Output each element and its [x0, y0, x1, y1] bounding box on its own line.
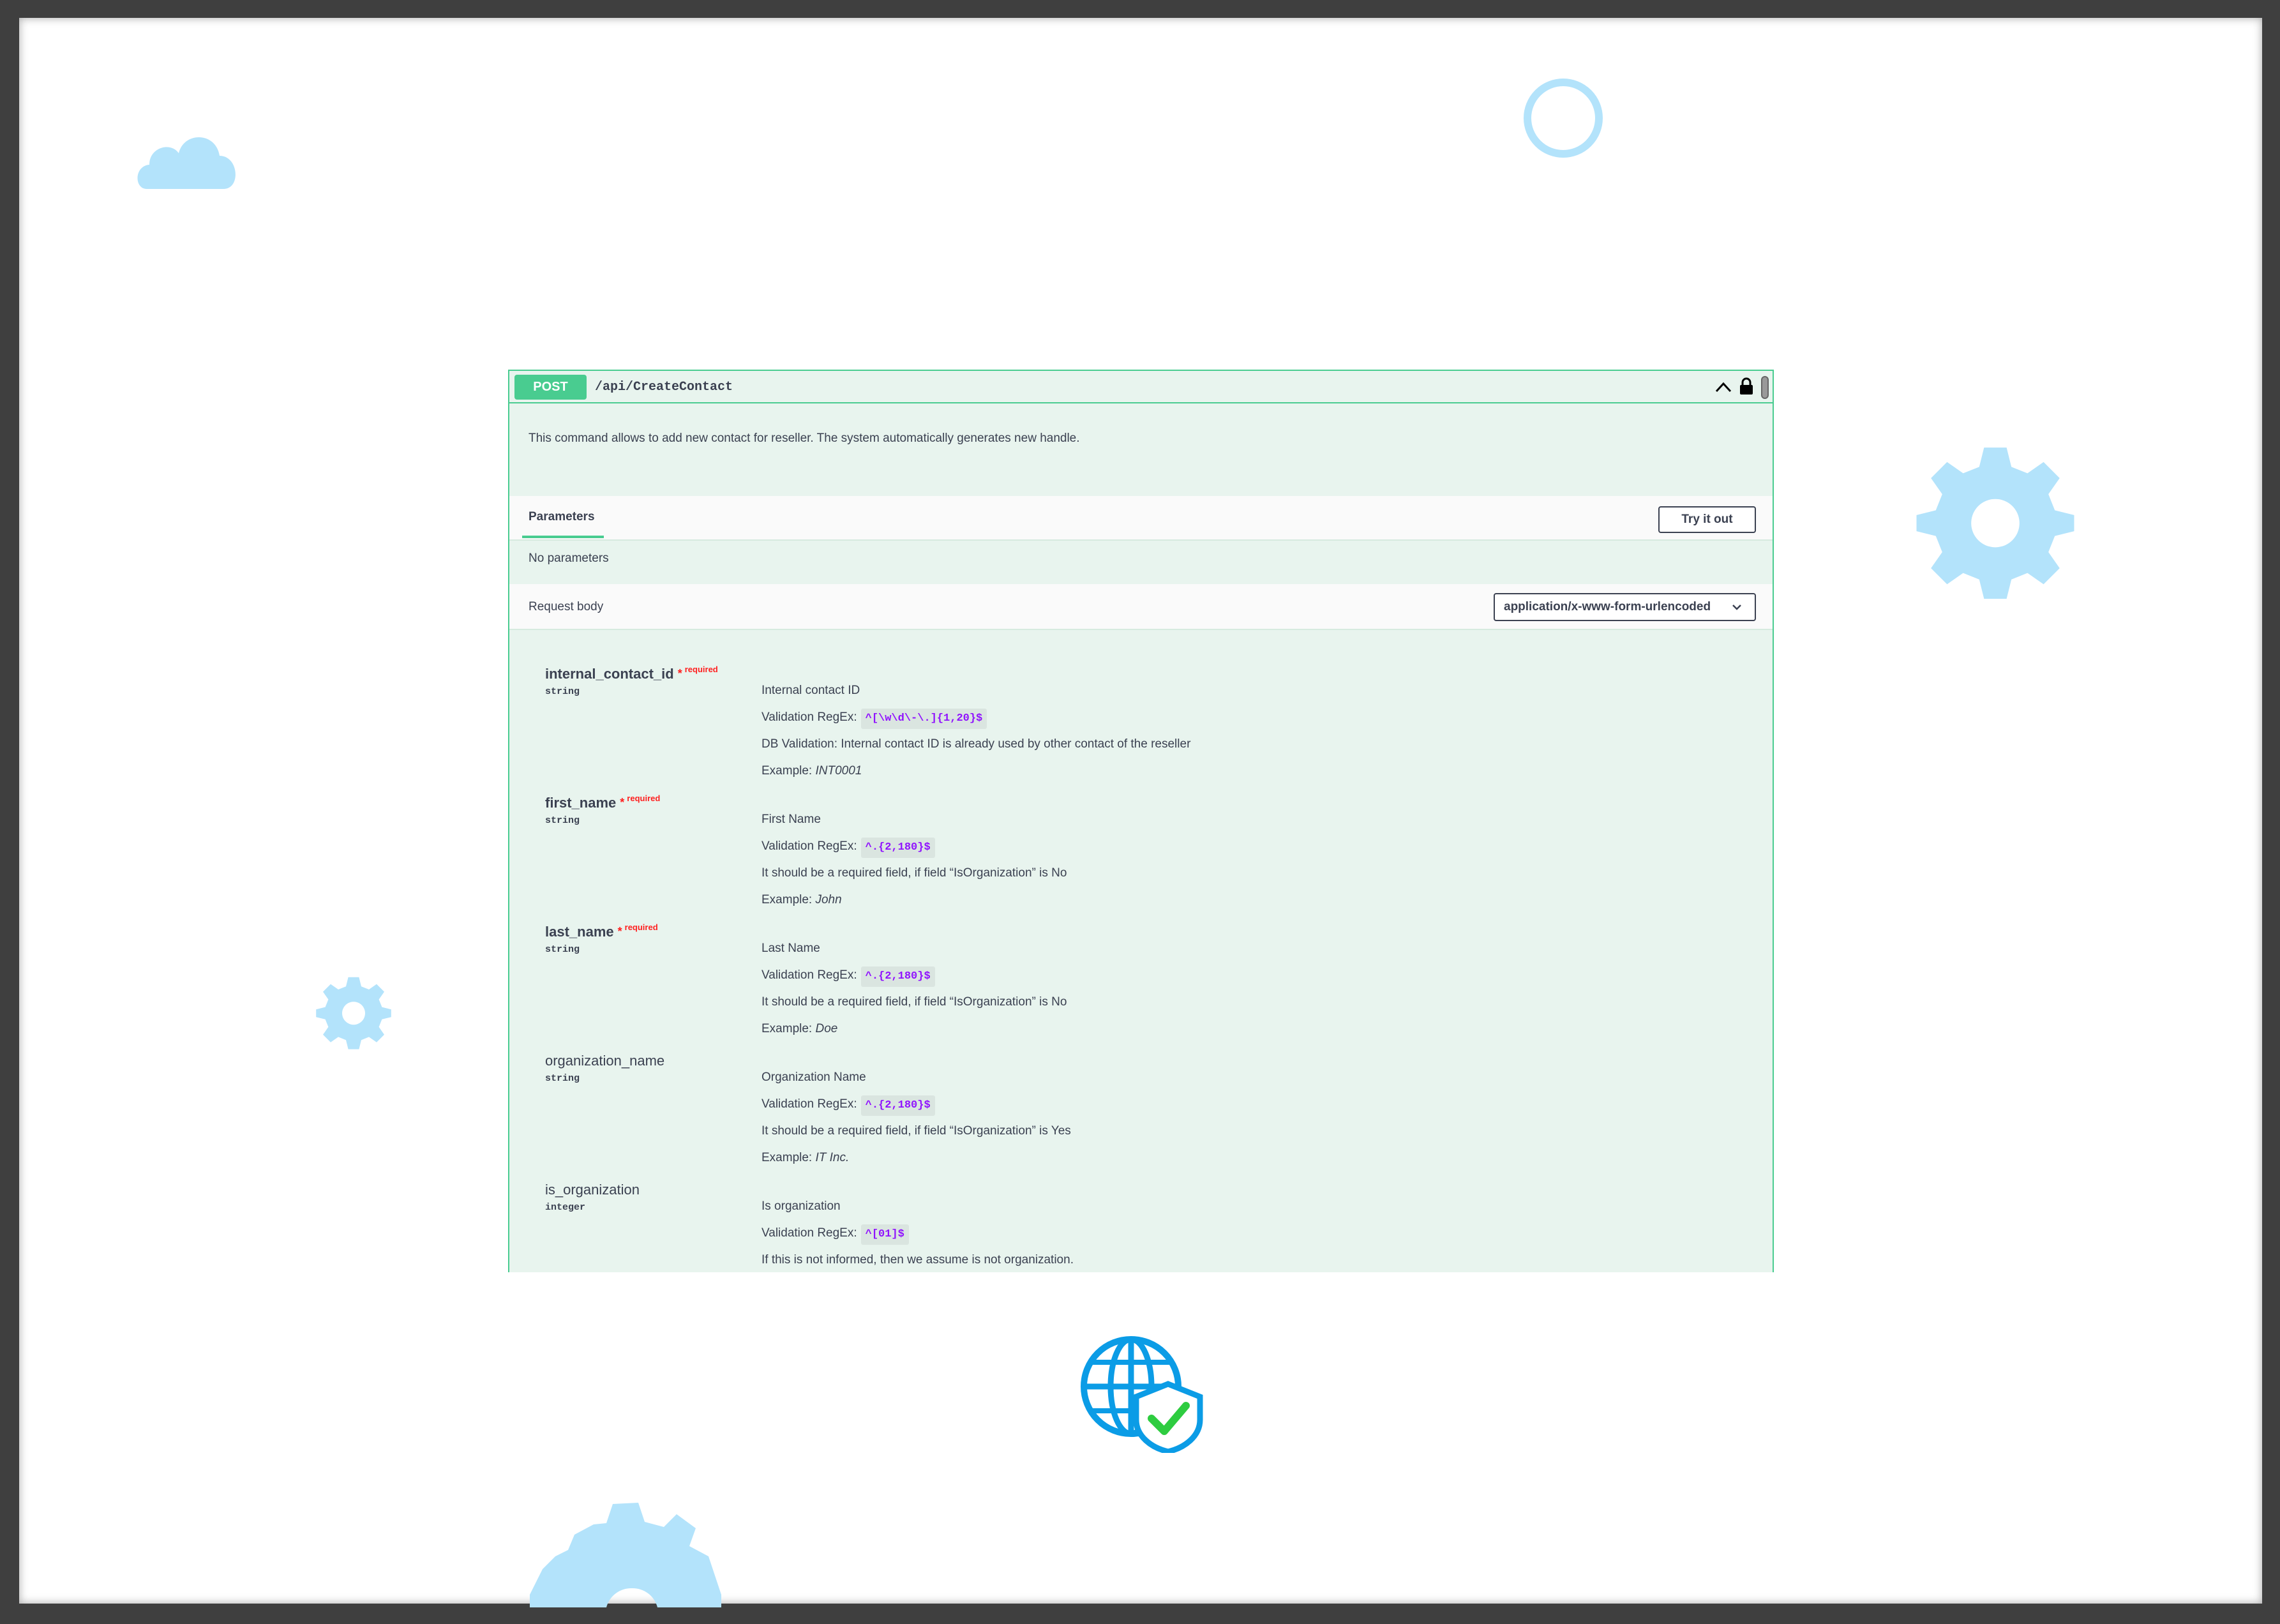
- param-type: string: [545, 1073, 580, 1084]
- param-type: integer: [545, 1202, 586, 1213]
- param-description: First Name Validation RegEx: ^.{2,180}$ I…: [761, 806, 1067, 914]
- param-type: string: [545, 815, 580, 826]
- request-body-label: Request body: [529, 600, 604, 613]
- operation-path: /api/CreateContact: [595, 380, 733, 395]
- param-description: Is organization Validation RegEx: ^[01]$ …: [761, 1193, 1074, 1272]
- param-regex-line: Validation RegEx: ^[01]$: [761, 1220, 1074, 1247]
- param-row: last_name * required string Last Name Vali…: [509, 922, 1773, 1051]
- param-regex: ^.{2,180}$: [860, 1095, 935, 1116]
- param-regex: ^.{2,180}$: [860, 838, 935, 858]
- param-type: string: [545, 686, 580, 697]
- content-type-value: application/x-www-form-urlencoded: [1504, 600, 1711, 613]
- param-type: string: [545, 944, 580, 955]
- method-badge: POST: [514, 375, 587, 400]
- scroll-handle[interactable]: [1761, 376, 1769, 399]
- screenshot-frame: POST /api/CreateContact This command all…: [0, 0, 2280, 1624]
- param-name: is_organization: [545, 1182, 640, 1198]
- no-parameters-text: No parameters: [529, 552, 609, 565]
- param-regex: ^[01]$: [860, 1224, 909, 1245]
- operation-header[interactable]: POST /api/CreateContact: [509, 371, 1773, 403]
- gear-icon: [1916, 447, 2074, 599]
- param-row: internal_contact_id * required string Inte…: [509, 665, 1773, 793]
- param-regex: ^.{2,180}$: [860, 966, 935, 987]
- parameters-header: Parameters Try it out: [509, 496, 1773, 541]
- param-description: Organization Name Validation RegEx: ^.{2,…: [761, 1064, 1071, 1171]
- param-summary: Is organization: [761, 1199, 841, 1213]
- content-type-select[interactable]: application/x-www-form-urlencoded: [1494, 593, 1756, 621]
- param-name: organization_name: [545, 1053, 665, 1069]
- param-row: first_name * required string First Name Va…: [509, 793, 1773, 922]
- globe-shield-icon: [1081, 1336, 1203, 1453]
- gear-icon: [316, 977, 391, 1049]
- param-name: first_name * required: [545, 793, 661, 811]
- param-summary: Organization Name: [761, 1071, 866, 1084]
- request-body-header: Request body application/x-www-form-urle…: [509, 584, 1773, 630]
- required-label: required: [684, 665, 718, 674]
- param-summary: Last Name: [761, 942, 820, 955]
- ring-icon: [1524, 79, 1603, 158]
- page-canvas: POST /api/CreateContact This command all…: [19, 18, 2262, 1607]
- param-note: If this is not informed, then we assume …: [761, 1253, 1074, 1267]
- param-regex: ^[\w\d\-\.]{1,20}$: [860, 709, 987, 729]
- tab-parameters[interactable]: Parameters: [522, 496, 604, 538]
- param-regex-line: Validation RegEx: ^.{2,180}$: [761, 962, 1067, 989]
- required-label: required: [624, 922, 658, 932]
- cloud-icon: [137, 137, 236, 189]
- param-regex-line: Validation RegEx: ^.{2,180}$: [761, 833, 1067, 860]
- param-row: organization_name string Organization Na…: [509, 1053, 1773, 1180]
- param-name: last_name * required: [545, 922, 658, 940]
- param-description: Last Name Validation RegEx: ^.{2,180}$ It…: [761, 935, 1067, 1042]
- required-star: *: [620, 796, 625, 809]
- param-row: is_organization integer Is organization …: [509, 1182, 1773, 1272]
- operation-summary: This command allows to add new contact f…: [529, 432, 1080, 445]
- param-note: It should be a required field, if field …: [761, 995, 1067, 1009]
- param-example: Example: INT0001: [761, 764, 862, 778]
- param-note: It should be a required field, if field …: [761, 1124, 1071, 1138]
- param-description: Internal contact ID Validation RegEx: ^[\…: [761, 677, 1190, 785]
- required-star: *: [617, 925, 622, 938]
- param-summary: First Name: [761, 813, 821, 826]
- required-label: required: [627, 793, 661, 803]
- chevron-down-icon: [1732, 605, 1741, 610]
- param-example: Example: Doe: [761, 1022, 838, 1035]
- required-star: *: [677, 667, 682, 680]
- param-note: It should be a required field, if field …: [761, 866, 1067, 880]
- param-regex-line: Validation RegEx: ^.{2,180}$: [761, 1091, 1071, 1118]
- param-note: DB Validation: Internal contact ID is al…: [761, 737, 1191, 751]
- param-summary: Internal contact ID: [761, 684, 860, 697]
- lock-icon[interactable]: [1739, 377, 1753, 395]
- chevron-up-icon[interactable]: [1715, 380, 1732, 394]
- param-regex-line: Validation RegEx: ^[\w\d\-\.]{1,20}$: [761, 704, 1190, 731]
- param-name: internal_contact_id * required: [545, 665, 718, 682]
- try-it-out-button[interactable]: Try it out: [1658, 506, 1756, 533]
- param-example: Example: IT Inc.: [761, 1151, 850, 1164]
- operation-panel: POST /api/CreateContact This command all…: [508, 370, 1774, 1272]
- param-example: Example: John: [761, 893, 842, 906]
- gear-icon: [530, 1503, 721, 1607]
